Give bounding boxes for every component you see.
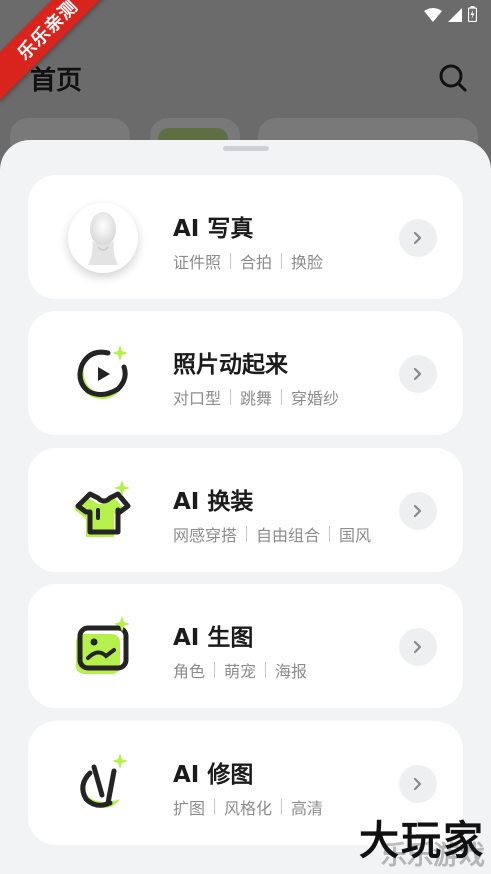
card-tags: 证件照 合拍 换脸 — [173, 249, 323, 273]
open-button[interactable] — [399, 219, 437, 257]
card-tags: 扩图 风格化 高清 — [173, 795, 323, 819]
tag: 换脸 — [291, 253, 324, 272]
tag: 国风 — [339, 526, 372, 545]
retouch-icon — [68, 749, 138, 819]
tag: 跳舞 — [240, 389, 273, 408]
feature-card-portrait[interactable]: AI 写真 证件照 合拍 换脸 — [28, 175, 463, 299]
search-icon — [439, 64, 467, 92]
chevron-right-icon — [413, 777, 422, 791]
feature-sheet: AI 写真 证件照 合拍 换脸 照片动起来 对口型 跳舞 穿婚纱 AI 换装 网… — [0, 140, 491, 874]
chevron-right-icon — [413, 231, 422, 245]
watermark: 大玩家 — [359, 817, 485, 864]
image-gen-icon — [68, 612, 138, 682]
tag: 扩图 — [173, 799, 206, 818]
chevron-right-icon — [413, 640, 422, 654]
tag-divider — [281, 799, 283, 815]
open-button[interactable] — [399, 628, 437, 666]
tag-divider — [214, 662, 216, 678]
tag-divider — [230, 253, 232, 269]
tag-divider — [214, 799, 216, 815]
tshirt-icon — [68, 476, 138, 546]
tag-divider — [281, 389, 283, 405]
card-tags: 对口型 跳舞 穿婚纱 — [173, 385, 339, 409]
open-button[interactable] — [399, 355, 437, 393]
page-title: 首页 — [30, 66, 83, 96]
card-tags: 网感穿搭 自由组合 国风 — [173, 522, 371, 546]
feature-card-animate-photo[interactable]: 照片动起来 对口型 跳舞 穿婚纱 — [28, 311, 463, 435]
sheet-handle[interactable] — [223, 146, 269, 151]
feature-card-outfit[interactable]: AI 换装 网感穿搭 自由组合 国风 — [28, 448, 463, 572]
play-photo-icon — [68, 339, 138, 409]
tag-divider — [265, 662, 267, 678]
card-title: AI 修图 — [173, 762, 254, 788]
tag: 合拍 — [240, 253, 273, 272]
search-button[interactable] — [437, 62, 469, 94]
signal-icon — [448, 7, 462, 26]
open-button[interactable] — [399, 492, 437, 530]
tag: 自由组合 — [256, 526, 321, 545]
tag: 高清 — [291, 799, 324, 818]
tag-divider — [230, 389, 232, 405]
card-tags: 角色 萌宠 海报 — [173, 658, 307, 682]
chevron-right-icon — [413, 367, 422, 381]
tag: 风格化 — [224, 799, 273, 818]
card-title: AI 写真 — [173, 216, 254, 242]
card-title: 照片动起来 — [173, 352, 288, 378]
chevron-right-icon — [413, 504, 422, 518]
tag-divider — [246, 526, 248, 542]
tag-divider — [281, 253, 283, 269]
card-title: AI 换装 — [173, 489, 254, 515]
open-button[interactable] — [399, 765, 437, 803]
battery-icon — [467, 6, 478, 26]
feature-card-image-gen[interactable]: AI 生图 角色 萌宠 海报 — [28, 584, 463, 708]
tag: 海报 — [275, 662, 308, 681]
tag: 证件照 — [173, 253, 222, 272]
tag: 穿婚纱 — [291, 389, 340, 408]
card-title: AI 生图 — [173, 625, 254, 651]
tag: 角色 — [173, 662, 206, 681]
portrait-icon — [68, 203, 138, 273]
tag: 对口型 — [173, 389, 222, 408]
tag: 萌宠 — [224, 662, 257, 681]
wifi-icon — [424, 7, 442, 26]
tag-divider — [329, 526, 331, 542]
tag: 网感穿搭 — [173, 526, 238, 545]
